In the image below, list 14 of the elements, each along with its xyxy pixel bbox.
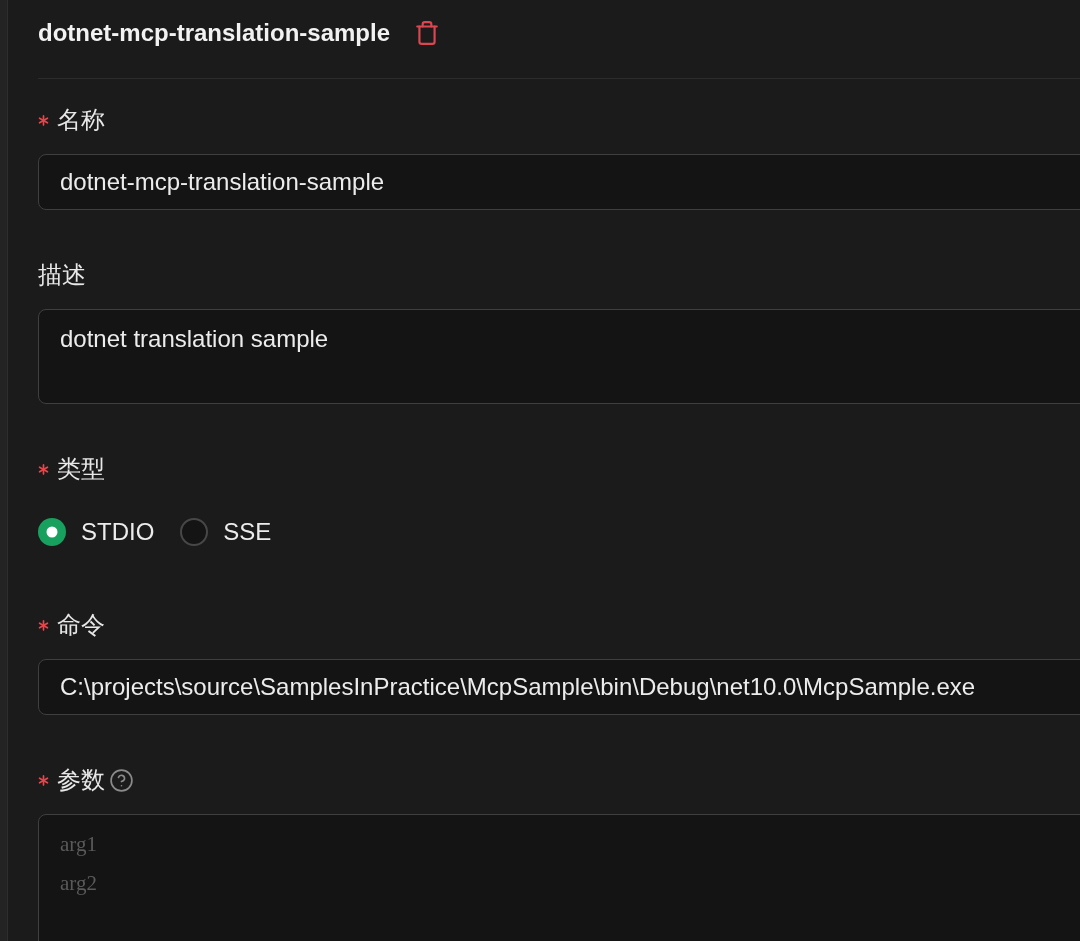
field-label: 参数 <box>57 765 105 795</box>
radio-option[interactable]: SSE <box>180 514 272 550</box>
field-label: 描述 <box>38 260 86 290</box>
placeholder-text: arg1 arg2 <box>60 831 97 897</box>
field-label: 命令 <box>57 610 105 640</box>
text-input-field[interactable]: C:\projects\source\SamplesInPractice\McpSample\bin\Debug\net10.0\McpSample.exe <box>38 659 1080 715</box>
field-label: 名称 <box>57 105 105 135</box>
field-label: 类型 <box>57 454 105 484</box>
server-title: dotnet-mcp-translation-sample <box>38 18 391 48</box>
textarea-field[interactable]: dotnet translation sample <box>38 309 1080 404</box>
help-icon[interactable] <box>109 767 134 793</box>
text-input-field[interactable]: dotnet-mcp-translation-sample <box>38 154 1080 210</box>
radio-option[interactable]: STDIO <box>38 514 155 550</box>
delete-icon[interactable] <box>414 20 441 46</box>
